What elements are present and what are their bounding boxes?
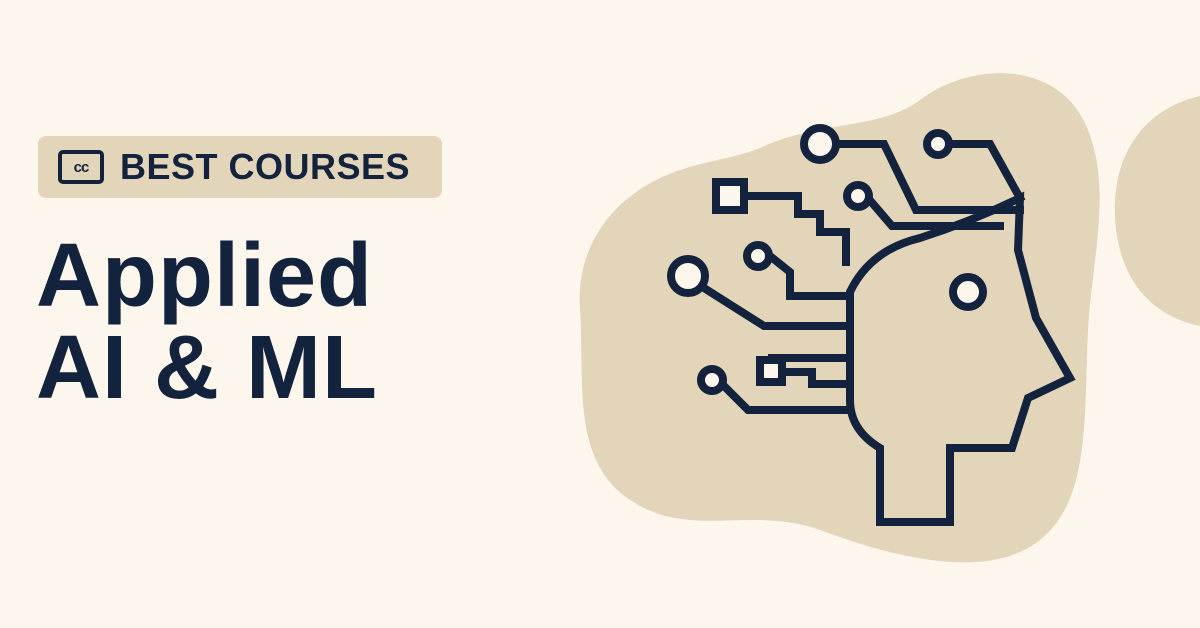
circuit-node [923, 129, 953, 159]
circuit-node [667, 255, 709, 297]
ai-brain-circuit-head-icon [667, 124, 1076, 526]
circuit-node [743, 241, 773, 271]
circuit-node-square [712, 178, 748, 214]
eye-node [949, 273, 987, 311]
circuit-trace [778, 368, 854, 388]
circuit-node [800, 124, 840, 164]
circuit-node-square [756, 356, 786, 386]
head-outline [846, 191, 1076, 526]
circuit-node [697, 365, 727, 395]
circuit-trace [942, 140, 1026, 204]
circuit-trace [764, 250, 854, 300]
circuit-node [843, 181, 873, 211]
